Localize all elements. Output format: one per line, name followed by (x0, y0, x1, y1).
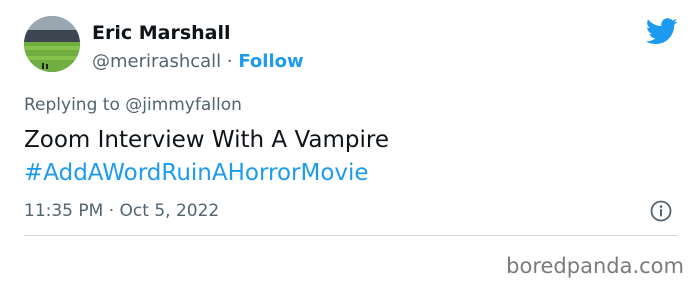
watermark: boredpanda.com (506, 254, 684, 278)
replying-to: Replying to @jimmyfallon (24, 95, 242, 115)
separator-dot: · (226, 51, 233, 72)
avatar-stadium-image (24, 16, 80, 72)
tweet-timestamp[interactable]: 11:35 PM · Oct 5, 2022 (24, 201, 219, 221)
tweet-card: Eric Marshall @merirashcall · Follow Rep… (0, 0, 700, 288)
avatar[interactable] (24, 16, 80, 72)
handle-row: @merirashcall · Follow (92, 51, 304, 72)
tweet-text: Zoom Interview With A Vampire #AddAWordR… (24, 124, 389, 190)
tweet-line: Zoom Interview With A Vampire (24, 127, 389, 153)
info-icon[interactable] (650, 200, 672, 222)
hashtag-link[interactable]: #AddAWordRuinAHorrorMovie (24, 157, 389, 190)
follow-button[interactable]: Follow (238, 51, 303, 72)
display-name[interactable]: Eric Marshall (92, 22, 231, 44)
divider (24, 235, 678, 236)
user-handle[interactable]: @merirashcall (92, 51, 221, 72)
twitter-bird-icon[interactable] (646, 18, 678, 45)
